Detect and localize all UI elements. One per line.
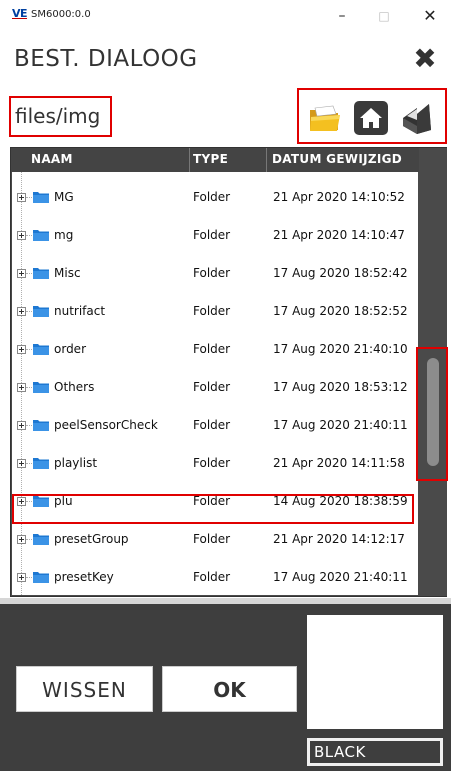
row-type: Folder (193, 190, 231, 204)
preview-panel (307, 615, 443, 729)
selected-row-highlight (12, 494, 414, 524)
row-name: nutrifact (54, 304, 106, 318)
app-logo: VE (12, 7, 28, 20)
folder-icon (33, 534, 49, 545)
table-row[interactable]: Misc Folder 17 Aug 2020 18:52:42 (12, 255, 418, 293)
app-logo-text: VE (12, 7, 28, 20)
column-header-type[interactable]: TYPE (193, 152, 228, 166)
row-name: MG (54, 190, 74, 204)
window-titlebar: VE SM6000:0.0 – □ ✕ (0, 0, 451, 32)
window-title: SM6000:0.0 (31, 9, 91, 20)
table-row[interactable]: nutrifact Folder 17 Aug 2020 18:52:52 (12, 293, 418, 331)
row-date: 17 Aug 2020 21:40:10 (273, 342, 408, 356)
folder-icon (33, 458, 49, 469)
open-folder-icon[interactable] (307, 100, 343, 136)
row-name: playlist (54, 456, 98, 470)
window-close-button[interactable]: ✕ (410, 4, 450, 28)
minimize-button[interactable]: – (322, 4, 362, 28)
file-list-header: NAAM TYPE DATUM GEWIJZIGD (11, 148, 419, 172)
row-type: Folder (193, 418, 231, 432)
row-date: 21 Apr 2020 14:10:47 (273, 228, 405, 242)
row-date: 21 Apr 2020 14:12:17 (273, 532, 405, 546)
expand-icon[interactable] (17, 231, 26, 240)
current-path-highlight: files/img (9, 96, 112, 137)
column-header-name[interactable]: NAAM (31, 152, 73, 166)
dialog-title: BEST. DIALOOG (14, 46, 198, 72)
row-name: Misc (54, 266, 81, 280)
maximize-button[interactable]: □ (364, 4, 404, 28)
row-date: 17 Aug 2020 21:40:11 (273, 570, 408, 584)
table-row[interactable]: Others Folder 17 Aug 2020 18:53:12 (12, 369, 418, 407)
expand-icon[interactable] (17, 383, 26, 392)
row-type: Folder (193, 266, 231, 280)
folder-icon (33, 192, 49, 203)
row-type: Folder (193, 570, 231, 584)
expand-icon[interactable] (17, 535, 26, 544)
row-date: 17 Aug 2020 18:52:52 (273, 304, 408, 318)
row-name: order (54, 342, 86, 356)
home-icon[interactable] (353, 100, 389, 136)
row-date: 17 Aug 2020 18:53:12 (273, 380, 408, 394)
folder-icon (33, 306, 49, 317)
table-row[interactable]: MG Folder 21 Apr 2020 14:10:52 (12, 179, 418, 217)
row-type: Folder (193, 532, 231, 546)
current-path: files/img (15, 104, 101, 128)
dialog-close-icon[interactable]: ✖ (410, 44, 440, 74)
table-row[interactable]: mg Folder 21 Apr 2020 14:10:47 (12, 217, 418, 255)
folder-icon (33, 344, 49, 355)
folder-icon (33, 230, 49, 241)
expand-icon[interactable] (17, 193, 26, 202)
file-list-body: MG Folder 21 Apr 2020 14:10:52 mg Folder… (12, 172, 418, 595)
expand-icon[interactable] (17, 269, 26, 278)
row-date: 17 Aug 2020 21:40:11 (273, 418, 408, 432)
table-row[interactable]: peelSensorCheck Folder 17 Aug 2020 21:40… (12, 407, 418, 445)
row-name: mg (54, 228, 74, 242)
table-row[interactable]: presetGroup Folder 21 Apr 2020 14:12:17 (12, 521, 418, 559)
column-header-date[interactable]: DATUM GEWIJZIGD (272, 152, 402, 166)
table-row[interactable]: playlist Folder 21 Apr 2020 14:11:58 (12, 445, 418, 483)
scrollbar-highlight (416, 347, 448, 481)
folder-icon (33, 420, 49, 431)
row-name: presetKey (54, 570, 114, 584)
expand-icon[interactable] (17, 345, 26, 354)
row-name: presetGroup (54, 532, 129, 546)
row-date: 21 Apr 2020 14:11:58 (273, 456, 405, 470)
file-list: NAAM TYPE DATUM GEWIJZIGD MG Folder 21 A… (10, 147, 447, 597)
folder-icon (33, 268, 49, 279)
expand-icon[interactable] (17, 573, 26, 582)
toolbar-highlight (297, 88, 447, 144)
row-type: Folder (193, 380, 231, 394)
row-name: peelSensorCheck (54, 418, 158, 432)
color-button[interactable]: BLACK (307, 738, 443, 766)
row-type: Folder (193, 228, 231, 242)
folder-up-icon[interactable] (399, 100, 435, 136)
row-date: 21 Apr 2020 14:10:52 (273, 190, 405, 204)
folder-icon (33, 382, 49, 393)
column-divider (189, 148, 190, 172)
expand-icon[interactable] (17, 421, 26, 430)
row-type: Folder (193, 304, 231, 318)
row-name: Others (54, 380, 95, 394)
column-divider (266, 148, 267, 172)
row-type: Folder (193, 456, 231, 470)
folder-icon (33, 572, 49, 583)
row-type: Folder (193, 342, 231, 356)
ok-button[interactable]: OK (162, 666, 297, 712)
expand-icon[interactable] (17, 459, 26, 468)
expand-icon[interactable] (17, 307, 26, 316)
table-row[interactable]: presetKey Folder 17 Aug 2020 21:40:11 (12, 559, 418, 595)
clear-button[interactable]: WISSEN (16, 666, 153, 712)
table-row[interactable]: order Folder 17 Aug 2020 21:40:10 (12, 331, 418, 369)
row-date: 17 Aug 2020 18:52:42 (273, 266, 408, 280)
